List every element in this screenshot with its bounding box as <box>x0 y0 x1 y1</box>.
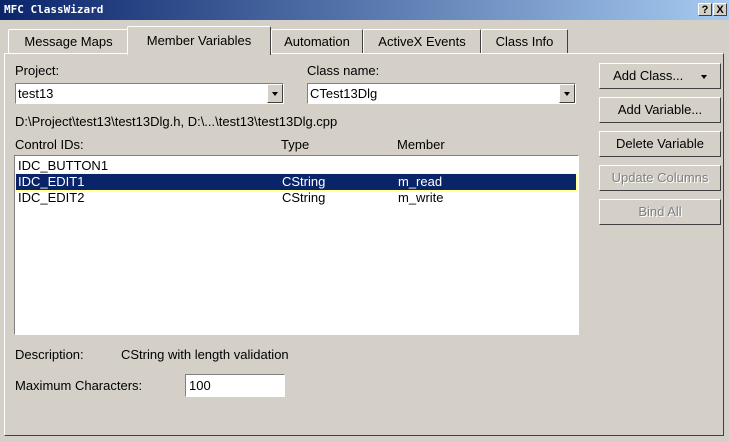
title-bar: MFC ClassWizard ? X <box>0 0 729 20</box>
chevron-down-icon[interactable] <box>559 84 575 103</box>
list-item-selected[interactable]: IDC_EDIT1 CString m_read <box>15 173 577 191</box>
update-columns-button[interactable]: Update Columns <box>599 165 721 191</box>
tab-activex-events[interactable]: ActiveX Events <box>363 29 481 54</box>
list-item-type: CString <box>282 174 326 189</box>
list-item[interactable]: IDC_BUTTON1 <box>16 158 576 174</box>
control-ids-list[interactable]: IDC_BUTTON1 IDC_EDIT1 CString m_read IDC… <box>14 155 579 335</box>
file-path: D:\Project\test13\test13Dlg.h, D:\...\te… <box>15 114 338 129</box>
list-item-member: m_write <box>398 190 444 205</box>
close-button[interactable]: X <box>713 3 727 16</box>
project-combo[interactable]: test13 <box>15 83 284 104</box>
project-value: test13 <box>18 86 54 101</box>
max-chars-value: 100 <box>189 378 211 393</box>
add-variable-button[interactable]: Add Variable... <box>599 97 721 123</box>
chevron-down-icon <box>700 74 707 79</box>
class-name-combo[interactable]: CTest13Dlg <box>307 83 576 104</box>
list-item-member: m_read <box>398 174 443 189</box>
tab-message-maps[interactable]: Message Maps <box>8 29 129 54</box>
column-header-type: Type <box>281 137 310 152</box>
list-item-type: CString <box>282 190 326 205</box>
column-header-member: Member <box>397 137 445 152</box>
column-header-control-ids: Control IDs: <box>15 137 84 152</box>
description-label: Description: <box>15 347 84 362</box>
add-class-button[interactable]: Add Class... <box>599 63 721 89</box>
help-button[interactable]: ? <box>698 3 712 16</box>
chevron-down-icon[interactable] <box>267 84 283 103</box>
delete-variable-button[interactable]: Delete Variable <box>599 131 721 157</box>
tab-class-info[interactable]: Class Info <box>481 29 568 54</box>
class-name-label: Class name: <box>307 63 380 78</box>
list-item-id: IDC_BUTTON1 <box>18 158 109 173</box>
max-chars-input[interactable]: 100 <box>185 374 285 397</box>
tab-member-variables[interactable]: Member Variables <box>127 26 271 55</box>
tab-automation[interactable]: Automation <box>271 29 363 54</box>
list-item-id: IDC_EDIT2 <box>18 190 85 205</box>
list-item[interactable]: IDC_EDIT2 CString m_write <box>16 190 576 206</box>
description-value: CString with length validation <box>121 347 289 362</box>
bind-all-button[interactable]: Bind All <box>599 199 721 225</box>
max-chars-label: Maximum Characters: <box>15 378 143 393</box>
list-item-id: IDC_EDIT1 <box>18 174 85 189</box>
window-title: MFC ClassWizard <box>4 3 104 16</box>
class-name-value: CTest13Dlg <box>310 86 378 101</box>
project-label: Project: <box>15 63 60 78</box>
